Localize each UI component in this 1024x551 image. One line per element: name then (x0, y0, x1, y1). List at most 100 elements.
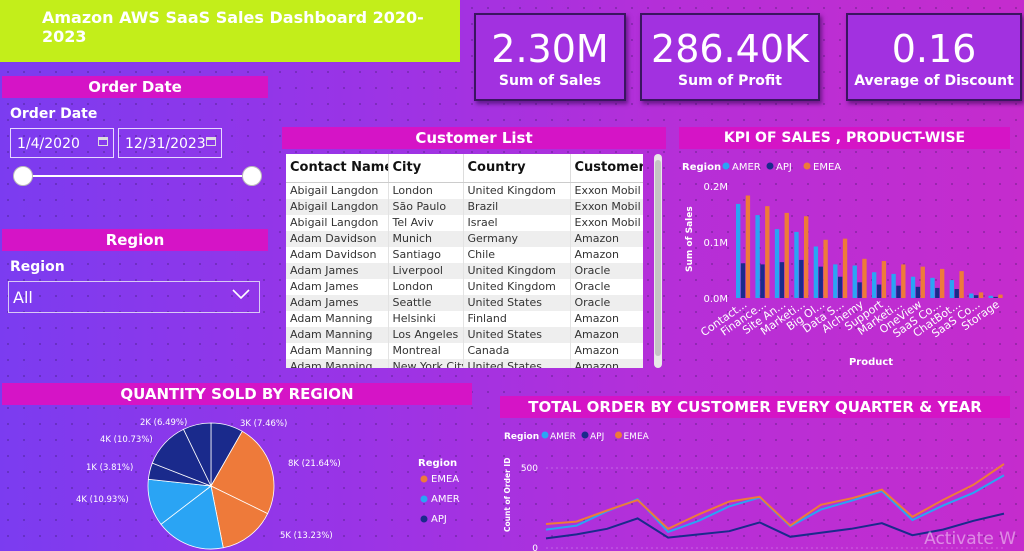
order-chart-title: TOTAL ORDER BY CUSTOMER EVERY QUARTER & … (500, 396, 1010, 418)
end-date-value: 12/31/2023 (125, 136, 206, 152)
pie-slice-label: 4K (10.73%) (100, 435, 153, 445)
table-row[interactable]: Adam Manning Los Angeles United States Amaz… (286, 326, 643, 343)
legend-title: Region (418, 458, 457, 469)
bar-amer (833, 264, 838, 298)
table-row[interactable]: Adam Manning Helsinki Finland Amazon (286, 310, 643, 327)
column-header-city[interactable]: City (388, 154, 464, 183)
table-row[interactable]: Abigail Langdon Tel Aviv Israel Exxon Mobil (286, 214, 643, 231)
table-cell: Oracle (570, 278, 643, 295)
legend-marker (420, 495, 428, 503)
bar-amer (794, 231, 799, 298)
start-date-input[interactable]: 1/4/2020 (10, 128, 114, 158)
legend-label: APJ (590, 432, 604, 442)
table-scrollbar[interactable] (654, 154, 662, 368)
table-cell: São Paulo (388, 198, 464, 215)
table-cell: Oracle (570, 294, 643, 311)
product-chart-title: KPI OF SALES , PRODUCT-WISE (679, 127, 1010, 149)
kpi-card-discount[interactable]: 0.16 Average of Discount (846, 13, 1022, 101)
calendar-icon[interactable] (98, 137, 108, 146)
kpi-label: Average of Discount (854, 73, 1014, 89)
legend-marker (420, 475, 428, 483)
table-cell: Israel (463, 214, 571, 231)
column-header-country[interactable]: Country (463, 154, 571, 183)
table-row[interactable]: Adam James Seattle United States Oracle (286, 294, 643, 311)
pie-slice-label: 2K (6.49%) (140, 418, 187, 428)
product-sales-bar-chart[interactable]: Region AMER APJ EMEA 0.0M 0.1M 0.2M Sum of Sale… (676, 152, 1016, 370)
column-header-contact[interactable]: Contact Name (286, 154, 389, 183)
bar-apj (857, 282, 862, 298)
table-cell: Amazon (570, 358, 643, 368)
table-cell: United Kingdom (463, 262, 571, 279)
table-cell: Adam James (286, 262, 389, 279)
dashboard-title-text: Amazon AWS SaaS Sales Dashboard 2020-202… (42, 8, 424, 46)
column-header-customer[interactable]: Customer (570, 154, 643, 183)
table-cell: Amazon (570, 342, 643, 359)
table-cell: Montreal (388, 342, 464, 359)
table-cell: United States (463, 294, 571, 311)
table-row[interactable]: Adam James Liverpool United Kingdom Oracle (286, 262, 643, 279)
bar-apj (760, 264, 765, 298)
table-cell: Adam Davidson (286, 246, 389, 263)
bar-apj (954, 289, 959, 298)
kpi-value: 0.16 (891, 27, 977, 71)
bar-apj (876, 284, 882, 298)
table-row[interactable]: Adam Davidson Munich Germany Amazon (286, 230, 643, 247)
region-dropdown[interactable]: All (8, 281, 260, 313)
table-cell: Finland (463, 310, 571, 327)
chevron-down-icon[interactable] (231, 286, 251, 305)
table-row[interactable]: Adam James London United Kingdom Oracle (286, 278, 643, 295)
legend-marker (420, 515, 428, 523)
table-header-row: Contact Name City Country Customer (286, 154, 643, 183)
end-date-input[interactable]: 12/31/2023 (118, 128, 222, 158)
table-row[interactable]: Adam Manning Montreal Canada Amazon (286, 342, 643, 359)
bar-emea (920, 266, 925, 298)
date-slider-start-handle[interactable] (13, 166, 33, 186)
bar-emea (959, 271, 964, 298)
pie-slice-label: 3K (7.46%) (240, 419, 287, 429)
table-cell: Adam James (286, 294, 389, 311)
bar-emea (862, 258, 867, 298)
kpi-label: Sum of Profit (678, 73, 782, 89)
region-selected-value: All (13, 288, 33, 307)
kpi-value: 2.30M (491, 27, 609, 71)
legend-label: APJ (776, 162, 792, 173)
bar-apj (799, 259, 804, 298)
region-panel-title: Region (2, 229, 268, 251)
table-cell: Adam Manning (286, 310, 389, 327)
table-cell: United Kingdom (463, 182, 571, 199)
bar-apj (779, 262, 785, 298)
table-row[interactable]: Adam Manning New York City United States Am… (286, 358, 643, 368)
table-cell: New York City (388, 358, 464, 368)
kpi-card-sales[interactable]: 2.30M Sum of Sales (474, 13, 626, 101)
activate-watermark: Activate W (924, 529, 1016, 549)
table-cell: Los Angeles (388, 326, 464, 343)
quantity-chart-title: QUANTITY SOLD BY REGION (2, 383, 472, 405)
date-slider-end-handle[interactable] (242, 166, 262, 186)
legend-marker (581, 431, 589, 439)
legend-label: EMEA (431, 474, 459, 485)
bar-emea (881, 261, 887, 298)
bar-amer (774, 229, 780, 298)
bar-emea (978, 292, 984, 298)
table-cell: Exxon Mobil (570, 198, 643, 215)
legend-marker (722, 162, 730, 170)
bar-emea (784, 212, 789, 298)
date-range-slider-track[interactable] (22, 175, 252, 177)
bar-apj (915, 286, 921, 298)
table-row[interactable]: Adam Davidson Santiago Chile Amazon (286, 246, 643, 263)
legend-marker (541, 431, 549, 439)
bar-emea (901, 264, 906, 298)
bar-amer (988, 295, 993, 298)
quantity-by-region-pie-chart[interactable]: 3K (7.46%) 8K (21.64%) 5K (13.23%) 4K (10.9… (0, 406, 475, 551)
kpi-card-profit[interactable]: 286.40K Sum of Profit (640, 13, 820, 101)
bar-apj (818, 266, 823, 298)
scrollbar-thumb[interactable] (655, 160, 661, 356)
bar-emea (745, 195, 751, 298)
bar-amer (969, 293, 974, 298)
calendar-icon[interactable] (206, 137, 216, 146)
table-row[interactable]: Abigail Langdon São Paulo Brazil Exxon Mobi… (286, 198, 643, 215)
table-row[interactable]: Abigail Langdon London United Kingdom Exxon… (286, 182, 643, 199)
table-cell: Adam Manning (286, 326, 389, 343)
customer-table[interactable]: Contact Name City Country Customer Abiga… (286, 154, 643, 368)
legend-label: APJ (431, 514, 447, 525)
